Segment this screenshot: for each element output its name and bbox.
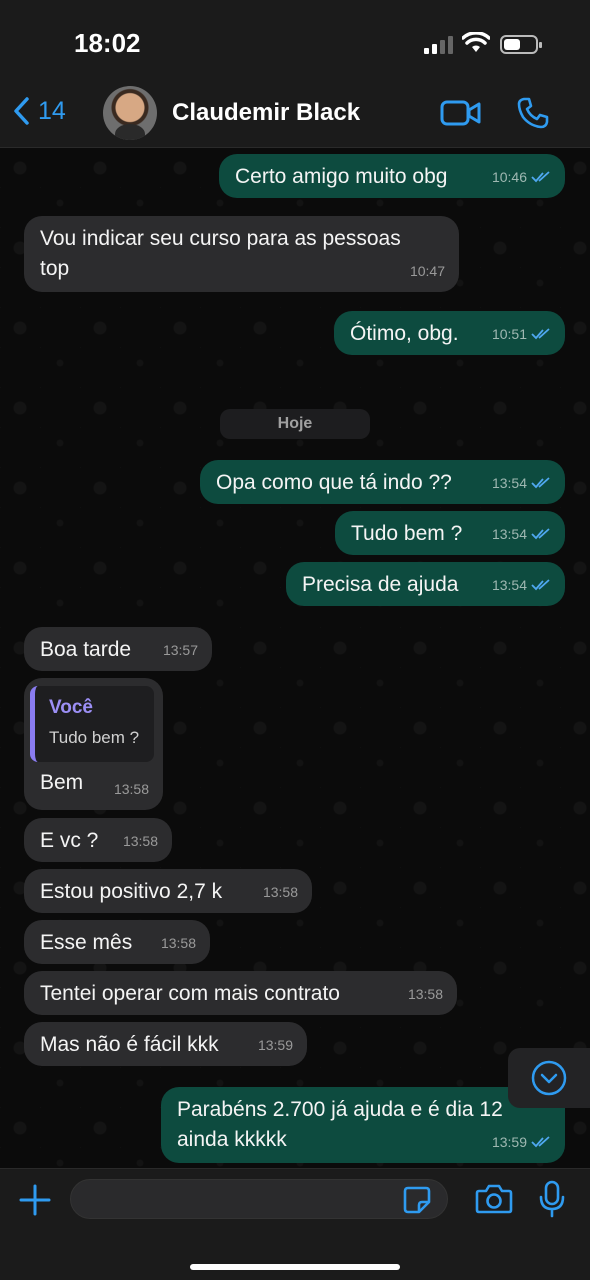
message-time: 13:58 [122,833,158,849]
message-time: 13:57 [162,642,198,658]
read-receipt-icon [531,528,550,540]
phone-icon[interactable] [516,96,550,130]
read-receipt-icon [531,328,550,340]
chevron-down-circle-icon [531,1060,567,1096]
wifi-icon [462,32,490,52]
message-incoming[interactable]: Esse mês 13:58 [24,920,210,964]
battery-icon [500,35,542,54]
avatar[interactable] [103,86,157,140]
read-receipt-icon [531,579,550,591]
message-incoming[interactable]: E vc ? 13:58 [24,818,172,862]
scroll-to-bottom-button[interactable] [508,1048,590,1108]
message-time: 13:54 [491,475,527,491]
message-incoming-reply[interactable]: Você Tudo bem ? Bem 13:58 [24,678,163,810]
back-button[interactable]: 14 [12,96,66,126]
message-input[interactable] [70,1179,448,1219]
message-incoming[interactable]: Mas não é fácil kkk 13:59 [24,1022,307,1066]
video-call-icon[interactable] [440,98,482,128]
message-outgoing[interactable]: Ótimo, obg. 10:51 [334,311,565,355]
message-time: 13:54 [491,526,527,542]
message-text: Estou positivo 2,7 k [40,880,223,903]
message-outgoing[interactable]: Tudo bem ? 13:54 [335,511,565,555]
microphone-icon[interactable] [538,1180,566,1218]
quoted-message[interactable]: Você Tudo bem ? [30,686,154,762]
message-text: Tentei operar com mais contrato [40,982,340,1005]
chevron-left-icon [14,97,29,125]
plus-icon[interactable] [18,1183,52,1217]
message-incoming[interactable]: Boa tarde 13:57 [24,627,212,671]
quote-author: Você [49,697,94,718]
message-outgoing[interactable]: Opa como que tá indo ?? 13:54 [200,460,565,504]
message-text: Vou indicar seu curso para as pessoas to… [40,227,401,280]
message-outgoing[interactable]: Parabéns 2.700 já ajuda e é dia 12 ainda… [161,1087,565,1163]
message-incoming[interactable]: Vou indicar seu curso para as pessoas to… [24,216,459,292]
read-receipt-icon [531,171,550,183]
message-outgoing[interactable]: Precisa de ajuda 13:54 [286,562,565,606]
message-time: 10:47 [409,263,445,279]
input-bar [0,1168,590,1280]
status-bar: 18:02 [0,0,590,80]
message-time: 13:58 [160,935,196,951]
read-receipt-icon [531,1136,550,1148]
message-time: 10:46 [491,169,527,185]
chat-header: 14 Claudemir Black [0,80,590,148]
message-time: 10:51 [491,326,527,342]
home-indicator [190,1264,400,1270]
message-time: 13:58 [407,986,443,1002]
contact-name[interactable]: Claudemir Black [172,99,360,127]
status-time: 18:02 [74,28,141,58]
message-time: 13:58 [113,781,149,797]
quote-text: Tudo bem ? [49,728,140,747]
message-outgoing[interactable]: Certo amigo muito obg 10:46 [219,154,565,198]
camera-icon[interactable] [475,1183,513,1215]
message-time: 13:58 [262,884,298,900]
unread-count: 14 [38,96,66,125]
cellular-signal-icon [424,34,454,54]
message-time: 13:59 [491,1134,527,1150]
message-incoming[interactable]: Tentei operar com mais contrato 13:58 [24,971,457,1015]
sticker-icon[interactable] [402,1185,432,1215]
read-receipt-icon [531,477,550,489]
message-time: 13:59 [257,1037,293,1053]
message-time: 13:54 [491,577,527,593]
message-incoming[interactable]: Estou positivo 2,7 k 13:58 [24,869,312,913]
message-text: Mas não é fácil kkk [40,1033,219,1056]
date-separator: Hoje [220,409,370,439]
